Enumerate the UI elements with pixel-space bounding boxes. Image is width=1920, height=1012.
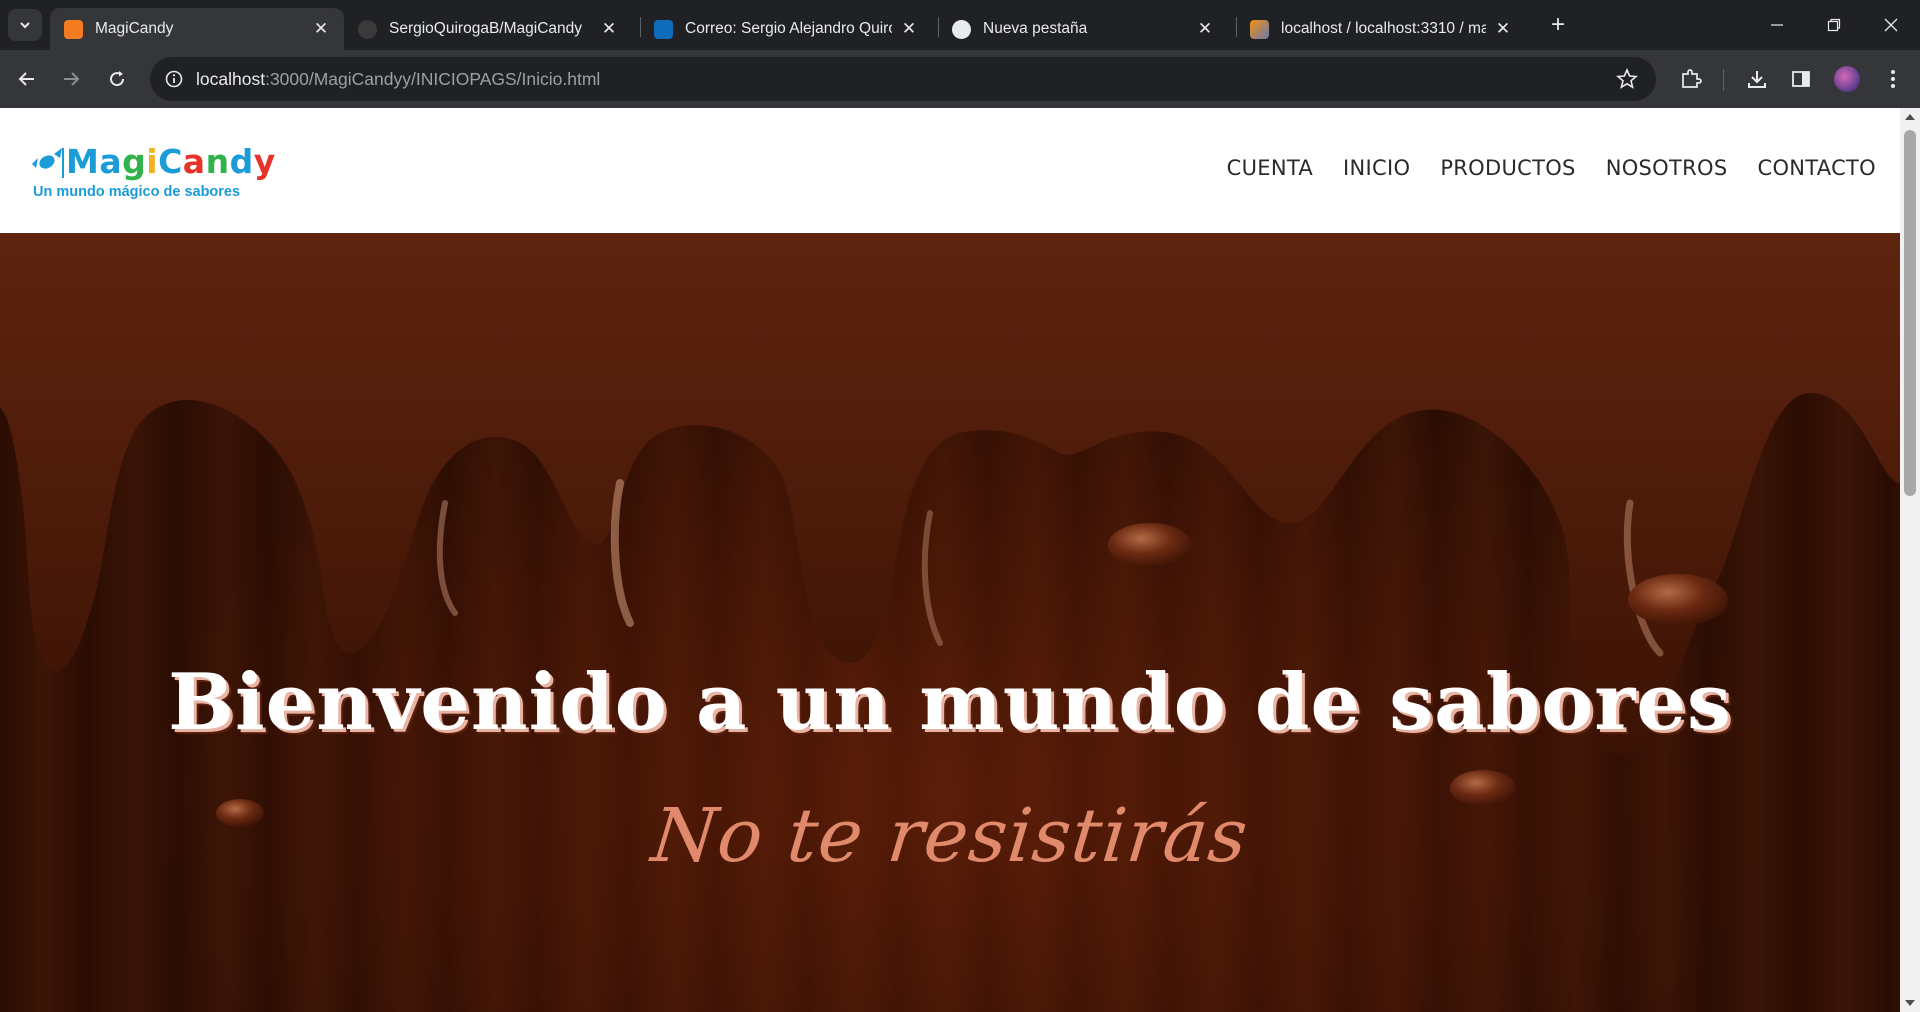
toolbar-divider — [1723, 69, 1724, 91]
brand-letter: i — [146, 142, 159, 181]
brand-name: MagiCandy — [66, 142, 276, 181]
magicandy-favicon-icon — [64, 19, 83, 39]
bookmark-star-icon[interactable] — [1616, 68, 1638, 90]
outlook-icon — [654, 19, 673, 39]
tab-github[interactable]: SergioQuirogaB/MagiCandy ✕ — [344, 8, 632, 50]
nav-contacto[interactable]: CONTACTO — [1757, 156, 1876, 180]
hero-subtitle: No te resistirás — [647, 793, 1253, 879]
reload-button[interactable] — [102, 64, 132, 94]
tab-magicandy[interactable]: MagiCandy ✕ — [50, 8, 344, 50]
brand-letter: y — [253, 142, 276, 181]
restore-button[interactable] — [1812, 8, 1856, 42]
forward-button[interactable] — [56, 64, 86, 94]
close-tab-icon[interactable]: ✕ — [600, 20, 618, 38]
nav-inicio[interactable]: INICIO — [1343, 156, 1410, 180]
more-vert-icon — [1891, 70, 1895, 88]
brand-letter: C — [158, 142, 183, 181]
chocolate-drips-image — [0, 233, 1900, 827]
url-text: localhost:3000/MagiCandyy/INICIOPAGS/Ini… — [196, 69, 600, 90]
tab-title: localhost / localhost:3310 / magicandy — [1281, 20, 1486, 37]
scrollbar-thumb[interactable] — [1904, 130, 1916, 496]
brand-letter: a — [99, 142, 123, 181]
logo-tagline: Un mundo mágico de sabores — [33, 184, 241, 200]
profile-avatar[interactable] — [1834, 66, 1860, 92]
brand-letter: M — [66, 142, 100, 181]
minimize-icon — [1771, 24, 1783, 26]
brand-letter: d — [229, 142, 254, 181]
tab-phpmyadmin[interactable]: localhost / localhost:3310 / magicandy ✕ — [1236, 8, 1526, 50]
brand-letter: n — [205, 142, 230, 181]
page-scrollbar[interactable] — [1900, 108, 1920, 1012]
page-viewport: MagiCandy Un mundo mágico de sabores CUE… — [0, 108, 1900, 1012]
site-info-icon[interactable] — [164, 69, 184, 89]
extensions-button[interactable] — [1677, 65, 1705, 93]
download-icon — [1748, 71, 1766, 88]
chevron-down-icon — [20, 22, 30, 29]
nav-cuenta[interactable]: CUENTA — [1227, 156, 1313, 180]
close-tab-icon[interactable]: ✕ — [312, 20, 330, 38]
main-nav: CUENTA INICIO PRODUCTOS NOSOTROS CONTACT… — [1197, 156, 1876, 180]
side-panel-icon — [1792, 71, 1810, 87]
address-bar[interactable]: localhost:3000/MagiCandyy/INICIOPAGS/Ini… — [150, 57, 1656, 101]
tab-title: MagiCandy — [95, 20, 174, 37]
close-tab-icon[interactable]: ✕ — [1494, 20, 1512, 38]
tab-outlook[interactable]: Correo: Sergio Alejandro Quiroga ✕ — [640, 8, 932, 50]
candy-logo-icon — [32, 148, 64, 178]
chrome-icon — [952, 19, 971, 39]
tab-strip: MagiCandy ✕ SergioQuirogaB/MagiCandy ✕ C… — [0, 0, 1920, 50]
arrow-left-icon — [18, 72, 34, 86]
side-panel-button[interactable] — [1787, 65, 1815, 93]
reload-icon — [110, 71, 125, 87]
close-tab-icon[interactable]: ✕ — [1196, 20, 1214, 38]
nav-nosotros[interactable]: NOSOTROS — [1606, 156, 1728, 180]
tab-search-button[interactable] — [8, 9, 42, 41]
browser-menu-button[interactable] — [1879, 65, 1907, 93]
tab-new[interactable]: Nueva pestaña ✕ — [938, 8, 1228, 50]
hero-banner: Bienvenido a un mundo de sabores No te r… — [0, 233, 1900, 1012]
github-icon — [358, 19, 377, 39]
back-button[interactable] — [12, 64, 42, 94]
close-icon — [1884, 18, 1898, 32]
close-tab-icon[interactable]: ✕ — [900, 20, 918, 38]
close-window-button[interactable] — [1869, 8, 1913, 42]
phpmyadmin-icon — [1250, 19, 1269, 39]
restore-icon — [1827, 18, 1841, 32]
tab-title: SergioQuirogaB/MagiCandy — [389, 20, 582, 37]
minimize-button[interactable] — [1755, 8, 1799, 42]
new-tab-button[interactable]: + — [1544, 12, 1572, 40]
brand-letter: a — [182, 142, 206, 181]
site-header: MagiCandy Un mundo mágico de sabores CUE… — [0, 108, 1900, 233]
brand-letter: g — [122, 142, 147, 181]
url-host: localhost — [196, 68, 266, 89]
arrow-right-icon — [64, 72, 80, 86]
browser-toolbar: localhost:3000/MagiCandyy/INICIOPAGS/Ini… — [0, 50, 1920, 108]
tab-title: Correo: Sergio Alejandro Quiroga — [685, 20, 892, 37]
puzzle-icon — [1682, 69, 1702, 88]
url-path: :3000/MagiCandyy/INICIOPAGS/Inicio.html — [265, 68, 601, 89]
scroll-down-icon[interactable] — [1905, 1000, 1915, 1006]
downloads-button[interactable] — [1743, 65, 1771, 93]
hero-title: Bienvenido a un mundo de sabores — [168, 657, 1732, 748]
site-logo[interactable]: MagiCandy Un mundo mágico de sabores — [30, 142, 275, 202]
tab-title: Nueva pestaña — [983, 20, 1088, 37]
scroll-up-icon[interactable] — [1905, 114, 1915, 120]
nav-productos[interactable]: PRODUCTOS — [1440, 156, 1575, 180]
